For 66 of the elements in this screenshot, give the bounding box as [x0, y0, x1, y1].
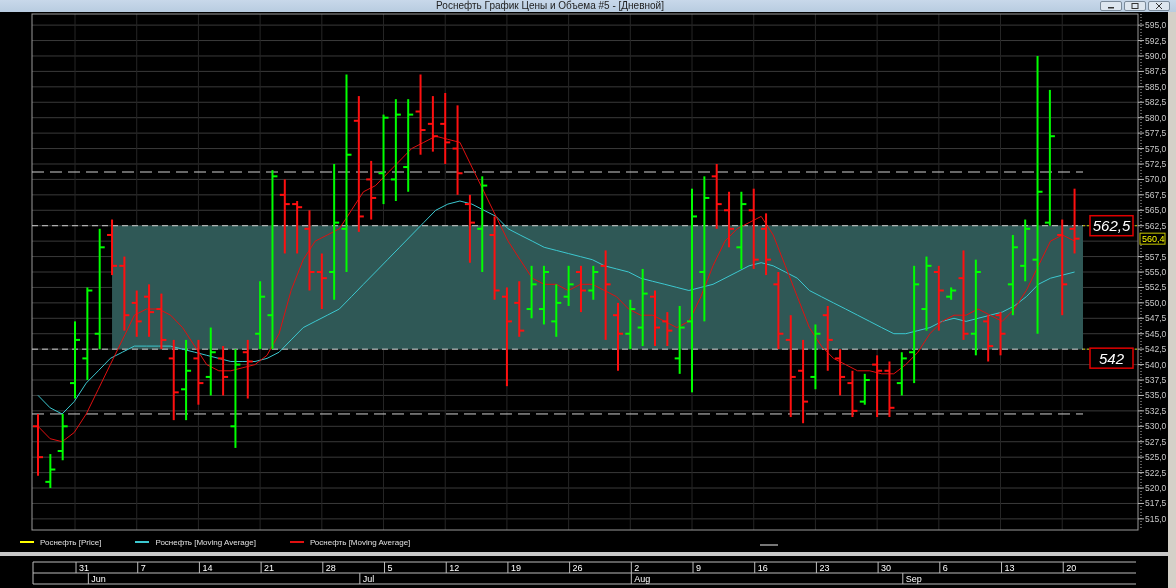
axis-label: 582,5	[1145, 97, 1167, 108]
price-label: 542	[1089, 347, 1134, 369]
date-label: 23	[819, 562, 830, 573]
axis-label: 572,5	[1145, 159, 1167, 169]
axis-label: 570,0	[1145, 174, 1167, 185]
axis-label: 590,0	[1145, 50, 1167, 61]
axis-label: 580,0	[1145, 112, 1167, 123]
axis-label: 535,0	[1145, 390, 1167, 401]
axis-label: 515,0	[1145, 513, 1167, 524]
axis-label: 595,0	[1145, 20, 1167, 31]
axis-label: 567,5	[1145, 189, 1167, 200]
legend-label: Роснефть [Price]	[40, 537, 102, 547]
date-label: 19	[510, 562, 521, 573]
date-label: 28	[325, 562, 336, 573]
maximize-icon	[1131, 3, 1139, 9]
close-icon	[1155, 3, 1163, 9]
month-label: Aug	[634, 573, 651, 584]
date-label: 13	[1004, 562, 1015, 573]
date-label: 20	[1066, 562, 1077, 573]
axis-label: 585,0	[1145, 81, 1167, 92]
legend-label: Роснефть [Moving Average]	[309, 537, 411, 547]
axis-label: 525,0	[1145, 452, 1167, 463]
date-label: 5	[387, 562, 393, 573]
date-label: 6	[942, 562, 948, 573]
date-label: 2	[634, 562, 640, 573]
axis-label: 522,5	[1145, 467, 1167, 478]
axis-label: 542,5	[1145, 344, 1167, 355]
resize-handle[interactable]	[760, 544, 778, 546]
axis-label: 577,5	[1145, 128, 1167, 139]
window-title: Роснефть График Цены и Объема #5 - [Дневной]	[435, 0, 665, 12]
date-label: 9	[696, 562, 702, 573]
date-label: 16	[757, 562, 768, 573]
axis-label: 550,0	[1145, 297, 1167, 308]
axis-label: 545,0	[1145, 328, 1167, 339]
date-label: 12	[449, 562, 460, 573]
date-label: 31	[79, 562, 90, 573]
axis-label: 527,5	[1145, 436, 1167, 447]
axis-label: 532,5	[1145, 405, 1167, 416]
axis-label: 537,5	[1145, 375, 1167, 385]
axis-label: 540,0	[1145, 359, 1167, 370]
close-button[interactable]	[1148, 1, 1170, 11]
date-label: 26	[572, 562, 583, 573]
axis-label: 520,0	[1145, 483, 1167, 494]
price-label: 562,5	[1089, 214, 1134, 237]
axis-label: 562,5	[1145, 220, 1167, 231]
maximize-button[interactable]	[1124, 1, 1146, 11]
axis-label: 592,5	[1145, 35, 1167, 46]
axis-label: 517,5	[1145, 498, 1167, 509]
minimize-button[interactable]	[1100, 1, 1122, 11]
axis-label: 555,0	[1145, 267, 1167, 277]
month-label: Jul	[362, 573, 375, 584]
month-label: Jun	[91, 573, 106, 584]
axis-label: 575,0	[1145, 143, 1167, 154]
axis-label: 530,0	[1145, 421, 1167, 432]
axis-label: 587,5	[1145, 66, 1167, 77]
axis-label: 552,5	[1145, 282, 1167, 293]
axis-label: 565,0	[1145, 205, 1167, 216]
date-label: 14	[202, 562, 213, 573]
legend-label: Роснефть [Moving Average]	[155, 537, 256, 547]
last-price-label: 560,4	[1139, 232, 1166, 245]
axis-label: 547,5	[1145, 313, 1167, 324]
axis-label: 557,5	[1145, 251, 1167, 262]
month-label: Sep	[905, 573, 922, 584]
date-label: 30	[881, 562, 892, 573]
date-label: 21	[264, 562, 275, 573]
date-label: 7	[140, 562, 146, 573]
